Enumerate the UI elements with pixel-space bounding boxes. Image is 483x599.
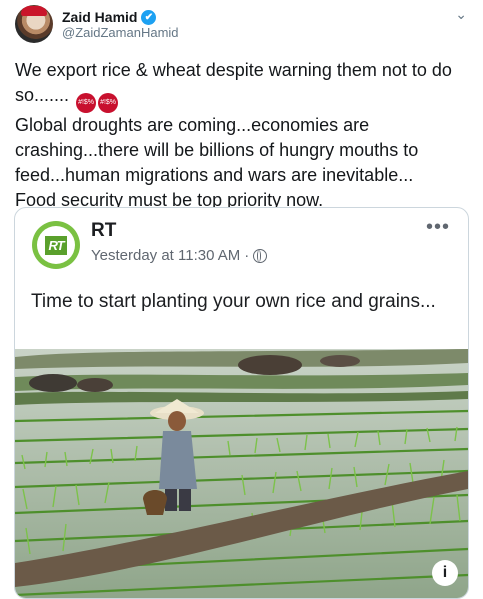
rt-logo[interactable]: RT [32,221,80,269]
post-meta: Yesterday at 11:30 AM · [91,247,268,264]
post-page-name[interactable]: RT [91,220,116,242]
rt-logo-text: RT [45,235,67,255]
avatar[interactable] [15,5,53,43]
post-text: Time to start planting your own rice and… [31,291,436,312]
more-options-icon[interactable]: ••• [426,216,450,239]
author-name-text[interactable]: Zaid Hamid [62,9,137,25]
post-timestamp[interactable]: Yesterday at 11:30 AM [91,247,240,264]
enraged-face-icon: #!$% [98,93,119,113]
tweet-line-2: Global droughts are coming...economies a… [15,115,419,185]
author-name[interactable]: Zaid Hamid ✔ [62,9,157,25]
tweet-text: We export rice & wheat despite warning t… [15,58,470,213]
globe-icon [253,248,268,263]
rice-field-photo[interactable]: i [15,349,468,598]
info-icon[interactable]: i [432,560,458,586]
meta-separator: · [244,247,250,264]
verified-badge-icon: ✔ [141,9,157,25]
embedded-post-card[interactable]: RT RT Yesterday at 11:30 AM · ••• Time t… [14,207,469,599]
chevron-down-icon[interactable]: ⌄ [455,6,467,23]
author-handle[interactable]: @ZaidZamanHamid [62,25,179,40]
enraged-face-icon: #!$% [76,93,97,113]
